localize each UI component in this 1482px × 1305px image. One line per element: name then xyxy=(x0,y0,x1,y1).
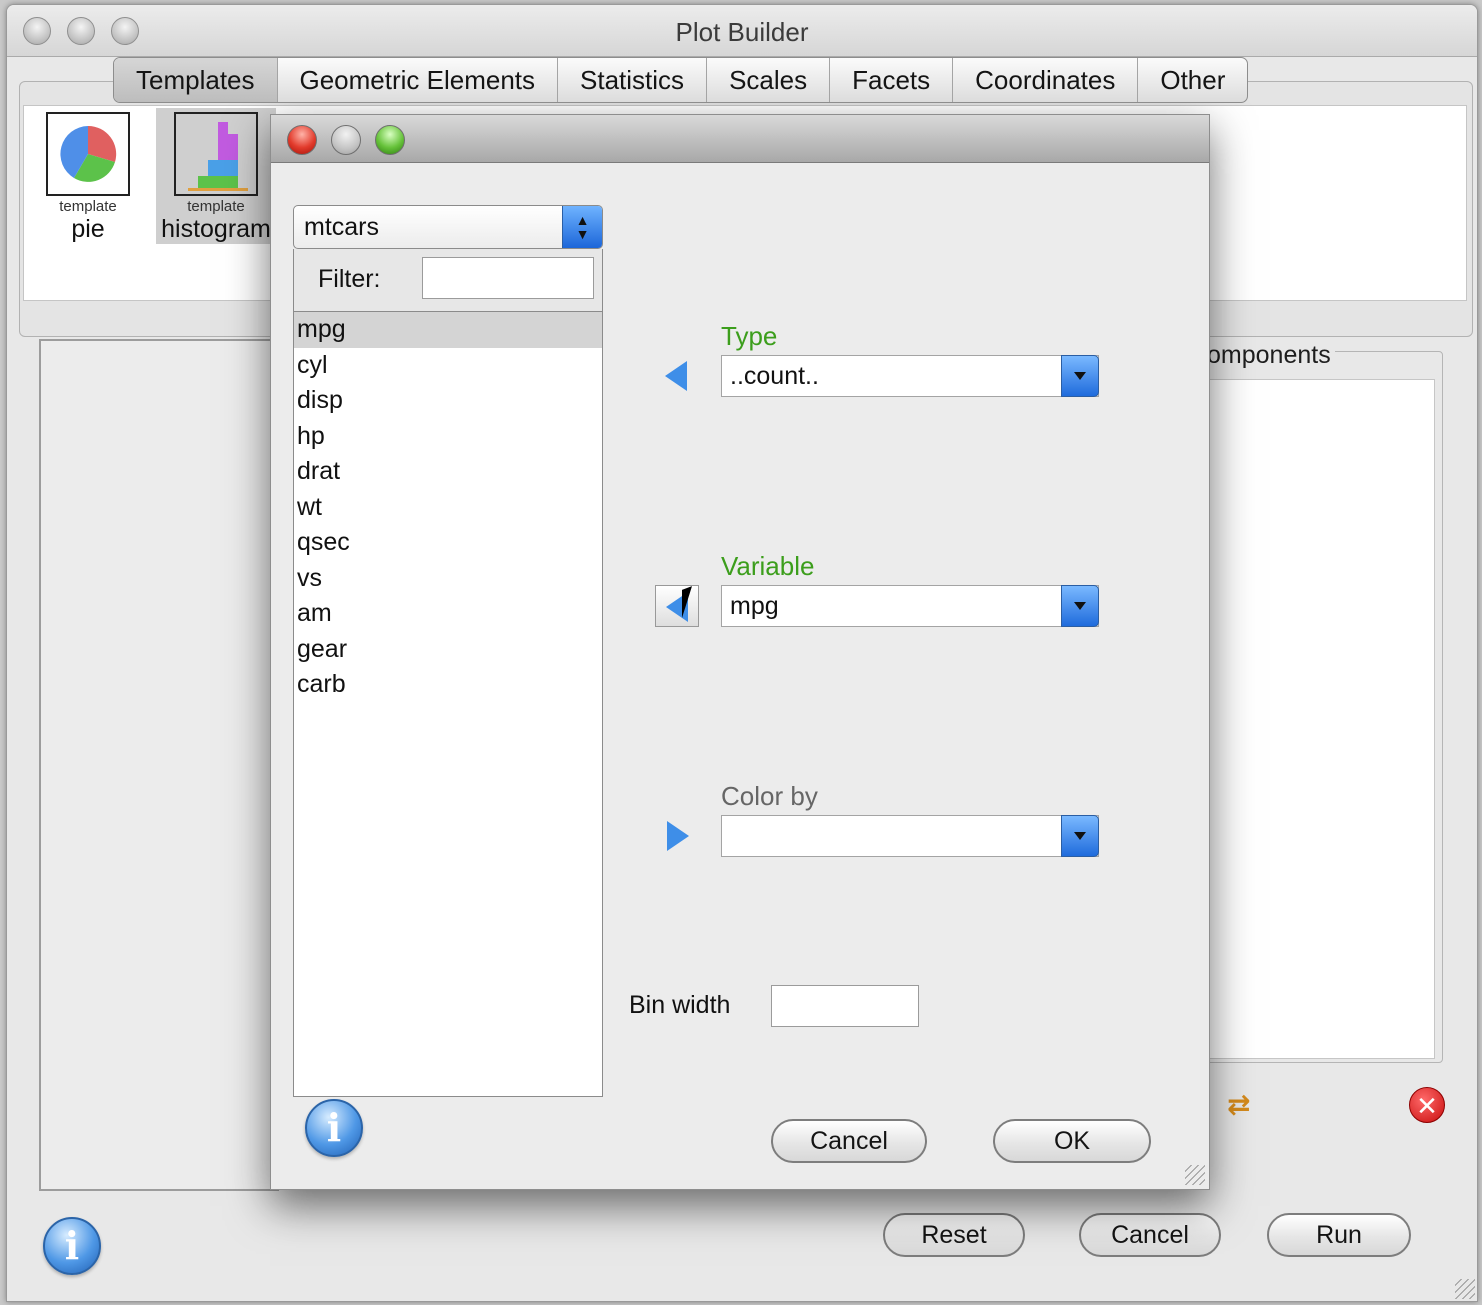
filter-row: Filter: xyxy=(293,249,603,311)
refresh-icon[interactable]: ⇄ xyxy=(1227,1089,1259,1121)
tab-facets[interactable]: Facets xyxy=(830,58,954,102)
list-item[interactable]: gear xyxy=(294,632,602,668)
window-title: Plot Builder xyxy=(675,17,809,47)
list-item[interactable]: am xyxy=(294,596,602,632)
type-assign-button[interactable] xyxy=(655,355,699,397)
dropdown-arrow-icon[interactable] xyxy=(1061,585,1099,627)
tab-coordinates[interactable]: Coordinates xyxy=(953,58,1139,102)
list-item[interactable]: disp xyxy=(294,383,602,419)
template-name: pie xyxy=(71,215,105,243)
tab-other[interactable]: Other xyxy=(1138,58,1247,102)
components-label: omponents xyxy=(1207,341,1335,370)
dialog-zoom-button[interactable] xyxy=(375,125,405,155)
template-tag: template xyxy=(187,198,245,215)
list-item[interactable]: wt xyxy=(294,490,602,526)
window-resize-grip[interactable] xyxy=(1455,1279,1475,1299)
colorby-combo[interactable] xyxy=(721,815,1099,857)
filter-label: Filter: xyxy=(318,265,381,293)
template-tag: template xyxy=(59,198,117,215)
template-histogram[interactable]: template histogram xyxy=(156,108,276,244)
variable-value: mpg xyxy=(730,592,779,620)
dataset-select[interactable]: mtcars ▲ ▼ xyxy=(293,205,603,249)
left-arrow-icon xyxy=(665,361,687,391)
list-item[interactable]: qsec xyxy=(294,525,602,561)
tab-statistics[interactable]: Statistics xyxy=(558,58,708,102)
binwidth-label: Bin width xyxy=(629,991,731,1019)
updown-arrows-icon: ▲ ▼ xyxy=(562,206,602,248)
tab-bar: Templates Geometric Elements Statistics … xyxy=(113,57,1249,103)
tab-geometric-elements[interactable]: Geometric Elements xyxy=(278,58,559,102)
run-button[interactable]: Run xyxy=(1267,1213,1411,1257)
dialog-resize-grip[interactable] xyxy=(1185,1165,1205,1185)
binwidth-input[interactable] xyxy=(771,985,919,1027)
reset-button[interactable]: Reset xyxy=(883,1213,1025,1257)
colorby-assign-button[interactable] xyxy=(655,815,699,857)
dialog-close-button[interactable] xyxy=(287,125,317,155)
list-item[interactable]: mpg xyxy=(294,312,602,348)
tab-scales[interactable]: Scales xyxy=(707,58,831,102)
histogram-icon xyxy=(174,112,258,196)
plot-preview-pane xyxy=(39,339,279,1191)
type-combo[interactable]: ..count.. xyxy=(721,355,1099,397)
variable-label: Variable xyxy=(721,551,815,581)
dialog-titlebar xyxy=(271,115,1209,163)
variable-list[interactable]: mpg cyl disp hp drat wt qsec vs am gear … xyxy=(293,311,603,1097)
list-item[interactable]: drat xyxy=(294,454,602,490)
dropdown-arrow-icon[interactable] xyxy=(1061,815,1099,857)
dropdown-arrow-icon[interactable] xyxy=(1061,355,1099,397)
template-pie[interactable]: template pie xyxy=(28,108,148,244)
info-icon[interactable]: i xyxy=(43,1217,101,1275)
list-item[interactable]: vs xyxy=(294,561,602,597)
variable-assign-button[interactable] xyxy=(655,585,699,627)
dialog-info-icon[interactable]: i xyxy=(305,1099,363,1157)
right-arrow-icon xyxy=(667,821,689,851)
template-name: histogram xyxy=(161,215,271,243)
list-item[interactable]: carb xyxy=(294,667,602,703)
remove-component-icon[interactable]: ✕ xyxy=(1409,1087,1445,1123)
colorby-label: Color by xyxy=(721,781,818,811)
list-item[interactable]: cyl xyxy=(294,348,602,384)
type-label: Type xyxy=(721,321,778,351)
histogram-dialog: mtcars ▲ ▼ Filter: mpg cyl disp hp drat w… xyxy=(270,114,1210,1190)
mouse-cursor-icon xyxy=(682,586,692,618)
variable-combo[interactable]: mpg xyxy=(721,585,1099,627)
tab-templates[interactable]: Templates xyxy=(114,58,278,102)
type-value: ..count.. xyxy=(730,362,819,390)
dialog-minimize-button[interactable] xyxy=(331,125,361,155)
dialog-cancel-button[interactable]: Cancel xyxy=(771,1119,927,1163)
dataset-value: mtcars xyxy=(304,213,379,241)
main-cancel-button[interactable]: Cancel xyxy=(1079,1213,1221,1257)
pie-chart-icon xyxy=(46,112,130,196)
list-item[interactable]: hp xyxy=(294,419,602,455)
window-titlebar: Plot Builder xyxy=(7,5,1477,57)
components-list[interactable] xyxy=(1207,379,1435,1059)
dialog-ok-button[interactable]: OK xyxy=(993,1119,1151,1163)
filter-input[interactable] xyxy=(422,257,594,299)
